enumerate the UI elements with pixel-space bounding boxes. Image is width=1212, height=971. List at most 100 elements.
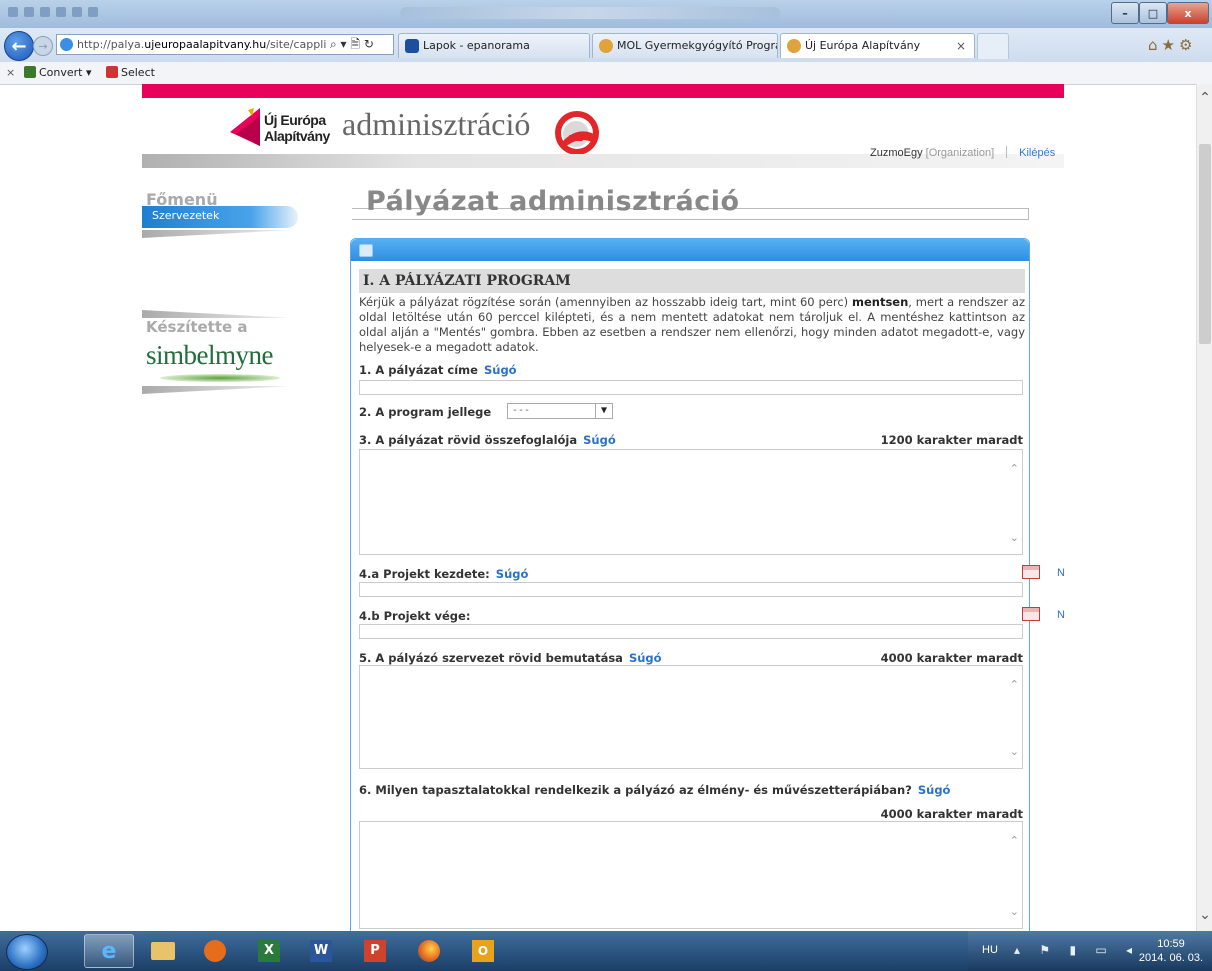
help-link[interactable]: Súgó: [629, 651, 662, 665]
scroll-up-icon[interactable]: ⌃: [1010, 678, 1019, 691]
calendar-icon[interactable]: [1022, 607, 1040, 621]
intro-part-1: Kérjük a pályázat rögzítése során (amenn…: [359, 295, 852, 309]
intro-text: Kérjük a pályázat rögzítése során (amenn…: [359, 295, 1025, 355]
ie-page-icon: [599, 39, 613, 53]
label-text: 6. Milyen tapasztalatokkal rendelkezik a…: [359, 783, 912, 797]
taskbar-excel[interactable]: X: [244, 934, 294, 968]
label-text: 5. A pályázó szervezet rövid bemutatása: [359, 651, 623, 665]
tab-label: Új Európa Alapítvány: [805, 39, 921, 52]
program-type-select[interactable]: --- ▼: [507, 403, 613, 419]
folder-icon: [151, 942, 175, 960]
sidebar-item-szervezetek[interactable]: Szervezetek: [142, 206, 298, 228]
date-now-link[interactable]: N: [1057, 567, 1065, 579]
clock-date[interactable]: 2014. 06. 03.: [1136, 952, 1206, 964]
logo-text: Új Európa Alapítvány: [264, 112, 334, 144]
title-input[interactable]: [359, 380, 1023, 395]
home-favorites-tools-icons[interactable]: ⌂★⚙: [1148, 36, 1208, 54]
close-window-button[interactable]: x: [1167, 2, 1209, 24]
help-link[interactable]: Súgó: [918, 783, 951, 797]
user-role: [Organization]: [925, 147, 995, 159]
taskbar-internet-explorer[interactable]: e: [84, 934, 134, 968]
logo-line-1: Új Európa: [264, 112, 326, 128]
taskbar-word[interactable]: W: [296, 934, 346, 968]
logout-link[interactable]: Kilépés: [1019, 147, 1055, 159]
intro-bold: mentsen: [851, 295, 909, 309]
select-label: Select: [121, 66, 155, 79]
scroll-down-icon[interactable]: ⌄: [1197, 907, 1212, 923]
experience-textarea[interactable]: ⌃ ⌄: [359, 821, 1023, 929]
taskbar-outlook[interactable]: O: [458, 934, 508, 968]
scroll-up-icon[interactable]: ⌃: [1010, 462, 1019, 475]
navigation-bar: ← → http://palya.ujeuropaalapitvany.hu/s…: [0, 28, 1212, 62]
media-player-icon: [204, 940, 226, 962]
taskbar-media-player[interactable]: [190, 934, 240, 968]
admin-heading: adminisztráció: [342, 106, 531, 142]
org-intro-char-counter: 4000 karakter maradt: [880, 651, 1023, 665]
field-label-summary: 3. A pályázat rövid összefoglalója Súgó: [359, 433, 616, 447]
tab-epanorama[interactable]: Lapok - epanorama: [398, 33, 590, 58]
project-end-input[interactable]: [359, 624, 1023, 639]
help-link[interactable]: Súgó: [496, 567, 529, 581]
ie-page-icon: [787, 39, 801, 53]
scroll-down-icon[interactable]: ⌄: [1010, 531, 1019, 544]
tray-icons[interactable]: ▴ ⚑ ▮ ▭ ◂: [1014, 943, 1140, 957]
mol-logo-icon: [555, 111, 599, 155]
maximize-button[interactable]: □: [1139, 2, 1167, 24]
scroll-down-icon[interactable]: ⌄: [1010, 905, 1019, 918]
close-toolbar-icon[interactable]: ×: [6, 62, 15, 84]
calendar-icon[interactable]: [1022, 565, 1040, 579]
scroll-up-icon[interactable]: ⌃: [1197, 90, 1212, 106]
start-button[interactable]: [6, 934, 48, 970]
section-heading: I. A PÁLYÁZATI PROGRAM: [359, 269, 1025, 293]
summary-textarea[interactable]: ⌃ ⌄: [359, 449, 1023, 555]
select-button[interactable]: Select: [106, 62, 155, 84]
label-text: 4.a Projekt kezdete:: [359, 567, 490, 581]
page-scrollbar[interactable]: ⌃ ⌄: [1196, 84, 1212, 931]
scroll-thumb[interactable]: [1199, 144, 1211, 344]
project-start-input[interactable]: [359, 582, 1023, 597]
new-tab-button[interactable]: [977, 33, 1009, 59]
user-info: ZuzmoEgy [Organization] Kilépés: [870, 146, 1055, 159]
simbelmyne-logo[interactable]: simbelmyne: [146, 340, 273, 371]
url-prefix: http://palya.: [77, 38, 145, 51]
field-label-experience: 6. Milyen tapasztalatokkal rendelkezik a…: [359, 783, 950, 797]
convert-button[interactable]: Convert ▾: [24, 62, 92, 84]
scroll-up-icon[interactable]: ⌃: [1010, 834, 1019, 847]
convert-icon: [24, 66, 36, 78]
sidebar-divider: [142, 310, 292, 318]
taskbar-file-explorer[interactable]: [138, 934, 188, 968]
scroll-down-icon[interactable]: ⌄: [1010, 745, 1019, 758]
language-indicator[interactable]: HU: [982, 944, 998, 956]
field-label-org-intro: 5. A pályázó szervezet rövid bemutatása S…: [359, 651, 662, 665]
taskbar-powerpoint[interactable]: P: [350, 934, 400, 968]
org-intro-textarea[interactable]: ⌃ ⌄: [359, 665, 1023, 769]
taskbar-firefox[interactable]: [404, 934, 454, 968]
divider: [1006, 146, 1008, 158]
address-bar-icons[interactable]: ⌕ ▾ 🗎 ↻: [330, 34, 394, 55]
simbelmyne-swoosh: [160, 374, 280, 382]
date-now-link[interactable]: N: [1057, 609, 1065, 621]
tab-label: MOL Gyermekgyógyító Program: [617, 39, 778, 52]
form-panel: I. A PÁLYÁZATI PROGRAM Kérjük a pályázat…: [350, 238, 1030, 940]
panel-header: [351, 239, 1029, 261]
forward-button[interactable]: →: [33, 36, 53, 56]
quick-access-icons: [8, 6, 218, 20]
powerpoint-icon: P: [364, 940, 386, 962]
tab-close-icon[interactable]: ×: [956, 34, 966, 58]
experience-char-counter: 4000 karakter maradt: [880, 807, 1023, 821]
page-title: Pályázat adminisztráció: [366, 186, 740, 217]
window-titlebar: – □ x: [0, 0, 1212, 28]
word-icon: W: [310, 940, 332, 962]
panel-toggle-icon[interactable]: [359, 244, 373, 257]
help-link[interactable]: Súgó: [583, 433, 616, 447]
url-path: /site/cappli: [266, 38, 327, 51]
tab-uj-europa[interactable]: Új Európa Alapítvány ×: [780, 33, 975, 58]
tab-mol[interactable]: MOL Gyermekgyógyító Program: [592, 33, 778, 58]
help-link[interactable]: Súgó: [484, 363, 517, 377]
field-label-project-start: 4.a Projekt kezdete: Súgó: [359, 567, 528, 581]
clock-time[interactable]: 10:59: [1136, 938, 1206, 950]
sidebar-divider: [142, 230, 292, 238]
url-domain: ujeuropaalapitvany.hu: [144, 38, 267, 51]
back-button[interactable]: ←: [4, 31, 34, 61]
minimize-button[interactable]: –: [1111, 2, 1139, 24]
